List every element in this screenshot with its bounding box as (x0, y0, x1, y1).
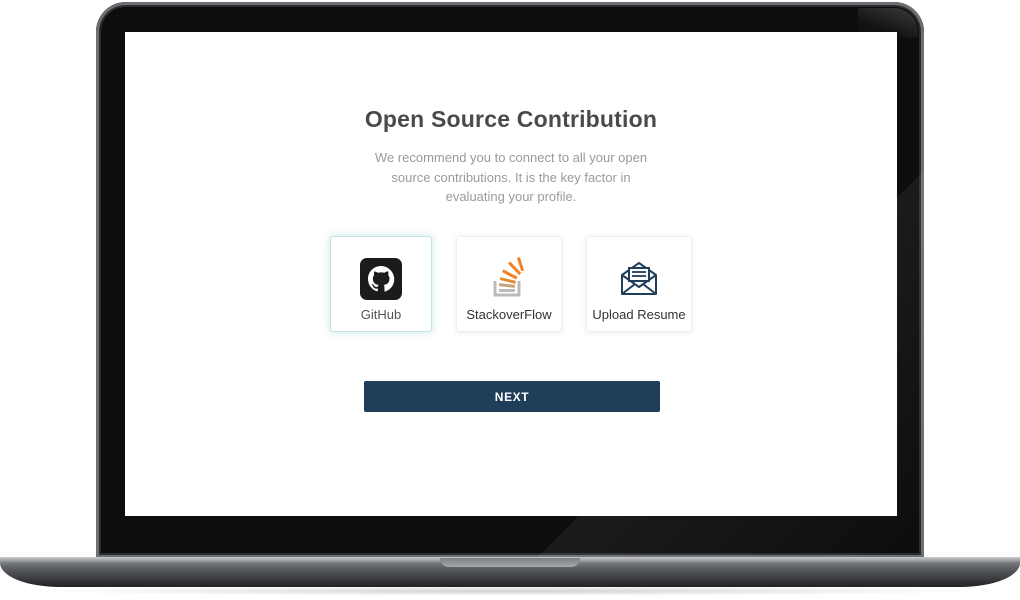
source-options: GitHub StackoverFlow Upload Resume (125, 236, 897, 332)
laptop-shadow (30, 586, 990, 596)
upload-resume-option[interactable]: Upload Resume (586, 236, 692, 332)
stackoverflow-icon (487, 257, 531, 301)
laptop-screen: Open Source Contribution We recommend yo… (125, 32, 897, 516)
next-button[interactable]: NEXT (364, 381, 660, 412)
stackoverflow-option[interactable]: StackoverFlow (456, 236, 562, 332)
github-icon (359, 257, 403, 301)
stackoverflow-label: StackoverFlow (466, 307, 552, 322)
page-title: Open Source Contribution (364, 106, 658, 132)
upload-resume-label: Upload Resume (592, 307, 686, 322)
github-option[interactable]: GitHub (330, 236, 432, 332)
envelope-icon (617, 257, 661, 301)
github-label: GitHub (360, 307, 402, 322)
laptop-notch (440, 558, 580, 567)
page-subtitle: We recommend you to connect to all your … (374, 150, 648, 204)
